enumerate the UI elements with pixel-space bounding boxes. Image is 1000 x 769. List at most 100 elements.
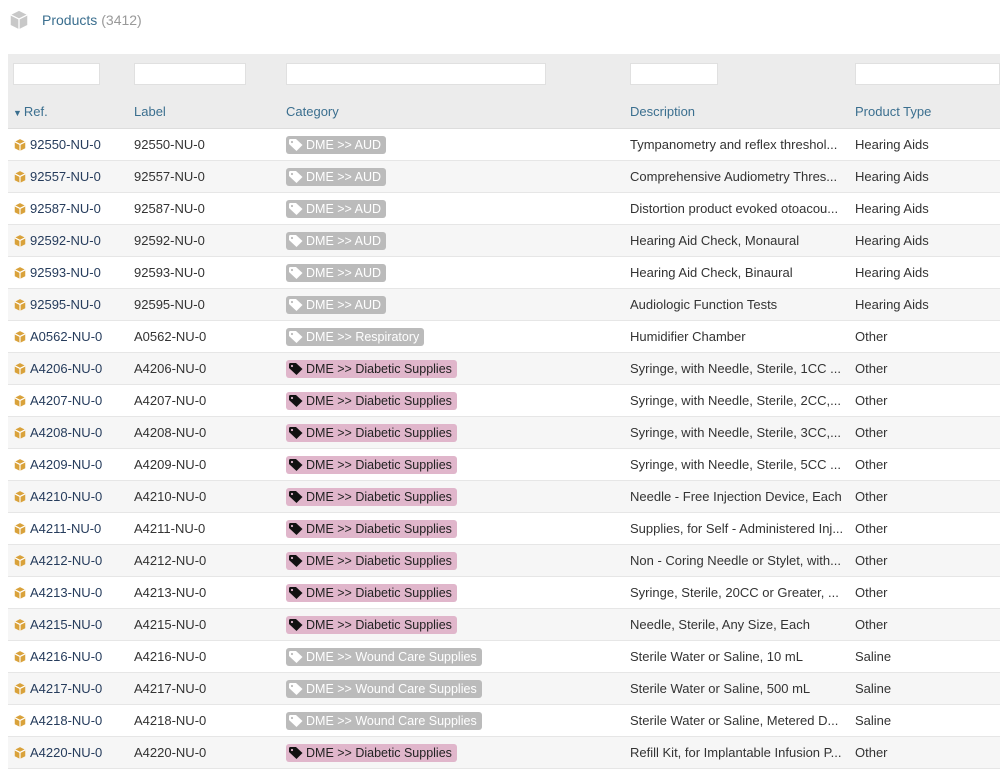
cell-description: Audiologic Function Tests — [625, 288, 850, 321]
product-ref-link[interactable]: A4210-NU-0 — [30, 489, 102, 504]
category-tag[interactable]: DME >> AUD — [286, 199, 387, 218]
product-ref-link[interactable]: 92587-NU-0 — [30, 201, 101, 216]
category-tag-label: DME >> Diabetic Supplies — [306, 361, 452, 376]
product-ref-link[interactable]: A4207-NU-0 — [30, 393, 102, 408]
product-ref-link[interactable]: A4209-NU-0 — [30, 457, 102, 472]
cell-product-type: Saline — [850, 672, 1000, 705]
table-row[interactable]: A0562-NU-0 A0562-NU-0 DME >> Respiratory Hu… — [8, 320, 1000, 353]
table-row[interactable]: 92595-NU-0 92595-NU-0 DME >> AUD Audiologic… — [8, 288, 1000, 321]
cell-description: Hearing Aid Check, Monaural — [625, 224, 850, 257]
product-ref-link[interactable]: 92595-NU-0 — [30, 297, 101, 312]
product-ref-link[interactable]: 92550-NU-0 — [30, 137, 101, 152]
tag-icon — [289, 586, 303, 599]
table-row[interactable]: A4218-NU-0 A4218-NU-0 DME >> Wound Care Su… — [8, 704, 1000, 737]
category-tag[interactable]: DME >> Wound Care Supplies — [286, 711, 482, 730]
table-row[interactable]: A4213-NU-0 A4213-NU-0 DME >> Diabetic Supp… — [8, 576, 1000, 609]
product-ref-link[interactable]: A4206-NU-0 — [30, 361, 102, 376]
product-ref-link[interactable]: A4220-NU-0 — [30, 745, 102, 760]
table-row[interactable]: A4211-NU-0 A4211-NU-0 DME >> Diabetic Supp… — [8, 512, 1000, 545]
table-row[interactable]: 92587-NU-0 92587-NU-0 DME >> AUD Distortion… — [8, 192, 1000, 225]
product-ref-link[interactable]: A4212-NU-0 — [30, 553, 102, 568]
table-row[interactable]: A4212-NU-0 A4212-NU-0 DME >> Diabetic Supp… — [8, 544, 1000, 577]
product-ref-link[interactable]: A4213-NU-0 — [30, 585, 102, 600]
category-tag[interactable]: DME >> Diabetic Supplies — [286, 583, 457, 602]
filter-product-type-input[interactable] — [855, 63, 1000, 85]
cell-product-type: Hearing Aids — [850, 192, 1000, 225]
column-header-ref[interactable]: ▼ Ref. — [8, 94, 129, 129]
table-row[interactable]: A4206-NU-0 A4206-NU-0 DME >> Diabetic Supp… — [8, 352, 1000, 385]
cell-product-type: Other — [850, 384, 1000, 417]
category-tag[interactable]: DME >> Diabetic Supplies — [286, 487, 457, 506]
filter-category-input[interactable] — [286, 63, 546, 85]
product-ref-link[interactable]: A4218-NU-0 — [30, 713, 102, 728]
product-ref-link[interactable]: A4217-NU-0 — [30, 681, 102, 696]
product-ref-link[interactable]: A4215-NU-0 — [30, 617, 102, 632]
cell-description: Syringe, with Needle, Sterile, 2CC,... — [625, 384, 850, 417]
table-row[interactable]: 92592-NU-0 92592-NU-0 DME >> AUD Hearing Ai… — [8, 224, 1000, 257]
product-ref-link[interactable]: 92557-NU-0 — [30, 169, 101, 184]
cell-product-type: Other — [850, 544, 1000, 577]
category-tag-label: DME >> Diabetic Supplies — [306, 393, 452, 408]
cell-description: Syringe, Sterile, 20CC or Greater, ... — [625, 576, 850, 609]
table-row[interactable]: A4209-NU-0 A4209-NU-0 DME >> Diabetic Supp… — [8, 448, 1000, 481]
column-header-label[interactable]: Label — [129, 94, 281, 129]
page-title[interactable]: Products — [42, 12, 97, 28]
category-tag[interactable]: DME >> Wound Care Supplies — [286, 647, 482, 666]
filter-description-input[interactable] — [630, 63, 718, 85]
tag-icon — [289, 202, 303, 215]
filter-ref-input[interactable] — [13, 63, 100, 85]
category-tag[interactable]: DME >> AUD — [286, 135, 387, 154]
product-ref-link[interactable]: 92592-NU-0 — [30, 233, 101, 248]
cell-product-type: Other — [850, 736, 1000, 769]
cell-product-type: Other — [850, 320, 1000, 353]
table-row[interactable]: A4215-NU-0 A4215-NU-0 DME >> Diabetic Supp… — [8, 608, 1000, 641]
column-header-product-type[interactable]: Product Type — [850, 94, 1000, 129]
category-tag-label: DME >> AUD — [306, 201, 382, 216]
category-tag[interactable]: DME >> Respiratory — [286, 327, 425, 346]
cell-label: 92550-NU-0 — [129, 128, 281, 161]
category-tag-label: DME >> Wound Care Supplies — [306, 649, 477, 664]
table-row[interactable]: A4216-NU-0 A4216-NU-0 DME >> Wound Care Su… — [8, 640, 1000, 673]
table-row[interactable]: 92593-NU-0 92593-NU-0 DME >> AUD Hearing Ai… — [8, 256, 1000, 289]
cell-label: 92593-NU-0 — [129, 256, 281, 289]
product-box-icon — [14, 682, 26, 695]
category-tag-label: DME >> Diabetic Supplies — [306, 489, 452, 504]
cell-ref: A4213-NU-0 — [8, 576, 129, 609]
table-row[interactable]: A4217-NU-0 A4217-NU-0 DME >> Wound Care Su… — [8, 672, 1000, 705]
product-ref-link[interactable]: 92593-NU-0 — [30, 265, 101, 280]
category-tag[interactable]: DME >> Diabetic Supplies — [286, 359, 457, 378]
filter-label-input[interactable] — [134, 63, 246, 85]
product-ref-link[interactable]: A4208-NU-0 — [30, 425, 102, 440]
category-tag[interactable]: DME >> AUD — [286, 295, 387, 314]
cell-description: Syringe, with Needle, Sterile, 3CC,... — [625, 416, 850, 449]
table-row[interactable]: A4208-NU-0 A4208-NU-0 DME >> Diabetic Supp… — [8, 416, 1000, 449]
category-tag-label: DME >> Wound Care Supplies — [306, 681, 477, 696]
category-tag[interactable]: DME >> Diabetic Supplies — [286, 423, 457, 442]
cell-category: DME >> Diabetic Supplies — [281, 544, 625, 577]
category-tag[interactable]: DME >> AUD — [286, 167, 387, 186]
column-header-description[interactable]: Description — [625, 94, 850, 129]
category-tag[interactable]: DME >> Diabetic Supplies — [286, 391, 457, 410]
category-tag[interactable]: DME >> Diabetic Supplies — [286, 455, 457, 474]
table-row[interactable]: A4210-NU-0 A4210-NU-0 DME >> Diabetic Supp… — [8, 480, 1000, 513]
category-tag[interactable]: DME >> Diabetic Supplies — [286, 519, 457, 538]
category-tag[interactable]: DME >> Diabetic Supplies — [286, 743, 457, 762]
category-tag[interactable]: DME >> Wound Care Supplies — [286, 679, 482, 698]
product-box-icon — [14, 490, 26, 503]
cell-ref: 92595-NU-0 — [8, 288, 129, 321]
category-tag-label: DME >> Diabetic Supplies — [306, 617, 452, 632]
product-ref-link[interactable]: A4216-NU-0 — [30, 649, 102, 664]
product-ref-link[interactable]: A0562-NU-0 — [30, 329, 102, 344]
table-row[interactable]: 92550-NU-0 92550-NU-0 DME >> AUD Tympanomet… — [8, 128, 1000, 161]
product-ref-link[interactable]: A4211-NU-0 — [30, 521, 101, 536]
category-tag[interactable]: DME >> Diabetic Supplies — [286, 551, 457, 570]
table-row[interactable]: A4220-NU-0 A4220-NU-0 DME >> Diabetic Supp… — [8, 736, 1000, 769]
cell-category: DME >> Diabetic Supplies — [281, 736, 625, 769]
category-tag[interactable]: DME >> AUD — [286, 231, 387, 250]
cell-description: Sterile Water or Saline, 10 mL — [625, 640, 850, 673]
category-tag[interactable]: DME >> Diabetic Supplies — [286, 615, 457, 634]
table-row[interactable]: A4207-NU-0 A4207-NU-0 DME >> Diabetic Supp… — [8, 384, 1000, 417]
table-row[interactable]: 92557-NU-0 92557-NU-0 DME >> AUD Comprehens… — [8, 160, 1000, 193]
category-tag[interactable]: DME >> AUD — [286, 263, 387, 282]
column-header-category[interactable]: Category — [281, 94, 625, 129]
